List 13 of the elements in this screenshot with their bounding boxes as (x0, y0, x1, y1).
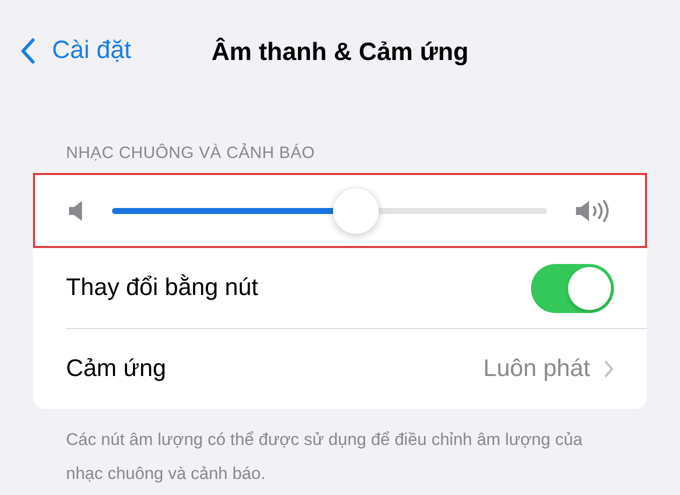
row-label: Thay đổi bằng nút (66, 274, 260, 302)
page-title: Âm thanh & Cảm ứng (212, 38, 468, 66)
section-header: NHẠC CHUÔNG VÀ CẢNH BÁO (66, 144, 316, 163)
slider-thumb[interactable] (332, 188, 379, 234)
toggle-switch[interactable] (531, 264, 614, 312)
row-value: Luôn phát (483, 355, 590, 383)
row-label[interactable]: Cảm ứng (66, 355, 470, 383)
chevron-right-icon (604, 360, 614, 378)
back-button[interactable]: Cài đặt (20, 36, 132, 65)
chevron-left-icon (20, 36, 36, 64)
speaker-low-icon (68, 200, 84, 222)
footer-note: Các nút âm lượng có thể được sử dụng để điều chỉnh âm lượng của nhạc chuông và cảnh báo. (66, 429, 584, 485)
slider-track[interactable] (112, 208, 547, 214)
